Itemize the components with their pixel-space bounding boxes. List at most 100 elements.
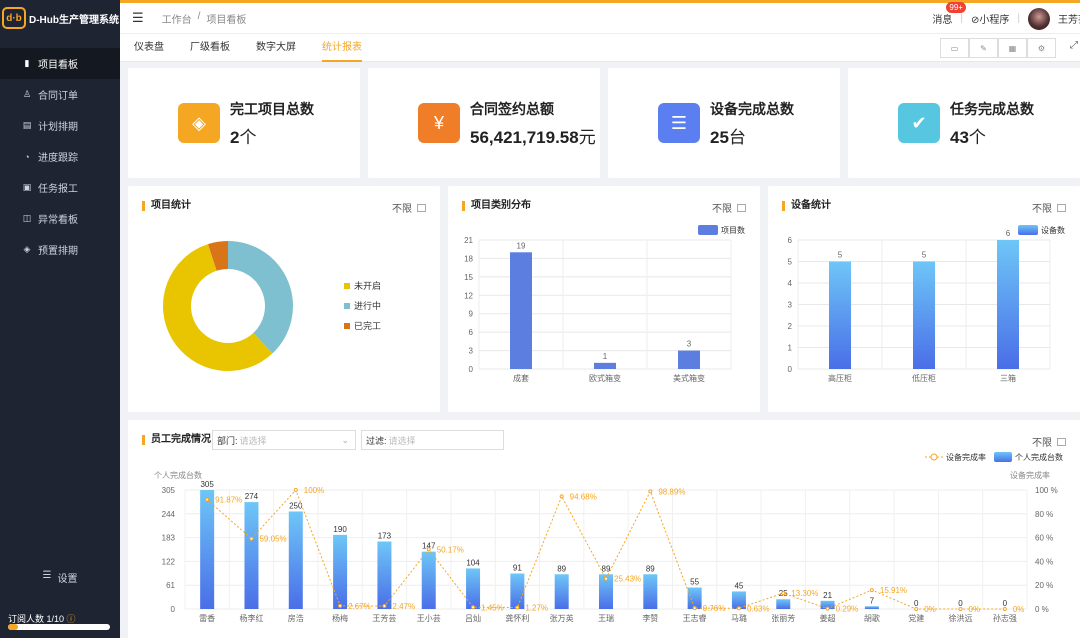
pie-slice[interactable] xyxy=(228,241,293,354)
user-name[interactable]: 王芳芸 xyxy=(1058,11,1080,26)
bar[interactable] xyxy=(288,511,303,609)
rate-label: 91.87% xyxy=(215,496,242,505)
rate-point[interactable] xyxy=(604,576,608,581)
rate-point[interactable] xyxy=(205,497,210,502)
y-tick-label: 122 xyxy=(162,557,176,566)
sidebar-item-4[interactable]: ▣ 任务报工 xyxy=(0,172,120,203)
x-tick-label: 高压柜 xyxy=(828,373,852,383)
sidebar-item-3[interactable]: ◔ 进度跟踪 xyxy=(0,141,120,172)
y-tick-label: 21 xyxy=(464,236,473,245)
rate-point[interactable] xyxy=(648,489,653,494)
rate-label: 100% xyxy=(304,486,324,495)
data-label: 89 xyxy=(602,564,611,573)
sidebar-item-label: 项目看板 xyxy=(38,60,78,71)
bar[interactable] xyxy=(510,573,525,609)
filter-select[interactable]: 过滤: 请选择 xyxy=(361,430,504,450)
legend-label[interactable]: 设备完成率 xyxy=(946,452,986,462)
y2-axis-label: 设备完成率 xyxy=(1010,470,1050,480)
department-select[interactable]: 部门: 请选择 ⌄ xyxy=(212,430,356,450)
filter-label: 过滤: xyxy=(366,435,387,446)
rate-point[interactable] xyxy=(736,606,741,611)
rate-point[interactable] xyxy=(426,547,431,552)
grid-tool-icon[interactable]: ▦ xyxy=(998,38,1027,58)
subscribers-label: 订阅人数 1/10 xyxy=(8,614,65,624)
y2-tick-label: 20 % xyxy=(1035,581,1053,590)
messages-button[interactable]: 消息 99+ xyxy=(932,2,966,26)
legend-label[interactable]: 未开启 xyxy=(354,280,381,291)
rate-point[interactable] xyxy=(914,607,919,611)
bar[interactable] xyxy=(333,534,348,609)
bar[interactable] xyxy=(678,350,700,369)
y-tick-label: 0 xyxy=(469,365,474,374)
legend-label[interactable]: 进行中 xyxy=(354,300,381,311)
x-tick-label: 党建 xyxy=(908,613,924,623)
bar[interactable] xyxy=(421,551,436,609)
settings-label: 设置 xyxy=(57,574,78,585)
bar[interactable] xyxy=(466,568,481,609)
sidebar-item-0[interactable]: ▮ 项目看板 xyxy=(0,48,120,79)
legend-label[interactable]: 项目数 xyxy=(721,225,745,235)
bar[interactable] xyxy=(377,541,392,609)
breadcrumb-workbench[interactable]: 工作台 xyxy=(162,11,192,26)
bar[interactable] xyxy=(554,574,569,609)
sidebar-item-6[interactable]: ◈ 预置排期 xyxy=(0,234,120,265)
y-axis-label: 个人完成台数 xyxy=(154,470,202,480)
rate-point[interactable] xyxy=(515,605,520,610)
rate-point[interactable] xyxy=(692,606,697,611)
legend-label[interactable]: 已完工 xyxy=(354,320,381,331)
collapse-menu-icon[interactable]: ☰ xyxy=(132,10,144,26)
rate-point[interactable] xyxy=(559,494,564,499)
sidebar-item-1[interactable]: ♙ 合同订单 xyxy=(0,79,120,110)
x-tick-label: 成套 xyxy=(513,373,529,383)
rate-point[interactable] xyxy=(781,591,786,596)
rate-point[interactable] xyxy=(382,604,387,609)
legend-label[interactable]: 个人完成台数 xyxy=(1015,452,1063,462)
calendar-tool-icon[interactable]: ▭ xyxy=(940,38,969,58)
bar[interactable] xyxy=(776,599,791,609)
settings-tool-icon[interactable]: ⚙ xyxy=(1027,38,1056,58)
fullscreen-icon[interactable]: ⤢ xyxy=(1070,40,1078,51)
bar[interactable] xyxy=(594,362,616,369)
edit-tool-icon[interactable]: ✎ xyxy=(969,38,998,58)
rate-point[interactable] xyxy=(471,605,476,610)
app-logo[interactable]: d·b D-Hub生产管理系统 xyxy=(0,0,120,36)
sidebar-item-5[interactable]: ◫ 异常看板 xyxy=(0,203,120,234)
rate-label: 1.27% xyxy=(525,603,548,612)
data-label: 0 xyxy=(1003,599,1008,608)
rate-point[interactable] xyxy=(249,536,254,541)
kpi-number: 56,421,719.58 xyxy=(470,127,579,147)
bar[interactable] xyxy=(997,240,1019,369)
rate-point[interactable] xyxy=(293,488,298,492)
rate-point[interactable] xyxy=(869,588,874,593)
bar[interactable] xyxy=(643,574,658,609)
data-label: 274 xyxy=(245,492,259,501)
bar[interactable] xyxy=(200,490,215,609)
rate-point[interactable] xyxy=(1002,607,1007,611)
info-icon[interactable]: ⓘ xyxy=(67,614,76,624)
kpi-card-3: ✔ 任务完成总数 43个 xyxy=(848,68,1080,178)
bar[interactable] xyxy=(829,261,851,370)
tab-3[interactable]: 统计报表 xyxy=(322,34,362,62)
warning-icon: ◫ xyxy=(22,213,32,223)
bar[interactable] xyxy=(687,587,702,609)
tab-0[interactable]: 仪表盘 xyxy=(134,34,164,62)
sidebar-item-2[interactable]: ▤ 计划排期 xyxy=(0,110,120,141)
header-divider: | xyxy=(960,13,963,24)
avatar[interactable] xyxy=(1028,7,1050,30)
tab-2[interactable]: 数字大屏 xyxy=(256,34,296,62)
tab-1[interactable]: 厂级看板 xyxy=(190,34,230,62)
legend-label[interactable]: 设备数 xyxy=(1041,225,1065,235)
rate-point[interactable] xyxy=(958,607,963,611)
bar[interactable] xyxy=(913,261,935,370)
rate-point[interactable] xyxy=(825,606,830,611)
x-tick-label: 杨梅 xyxy=(332,613,348,623)
bar[interactable] xyxy=(510,252,532,369)
tab-list: 仪表盘 厂级看板 数字大屏 统计报表 xyxy=(120,34,374,62)
miniprogram-button[interactable]: ⊘小程序 xyxy=(971,11,1009,26)
rate-point[interactable] xyxy=(338,603,343,608)
settings-button[interactable]: ☰ 设置 xyxy=(0,570,120,585)
bar[interactable] xyxy=(864,606,879,609)
bar[interactable] xyxy=(244,502,259,609)
kpi-value: 56,421,719.58元 xyxy=(470,123,596,148)
y2-tick-label: 40 % xyxy=(1035,557,1053,566)
